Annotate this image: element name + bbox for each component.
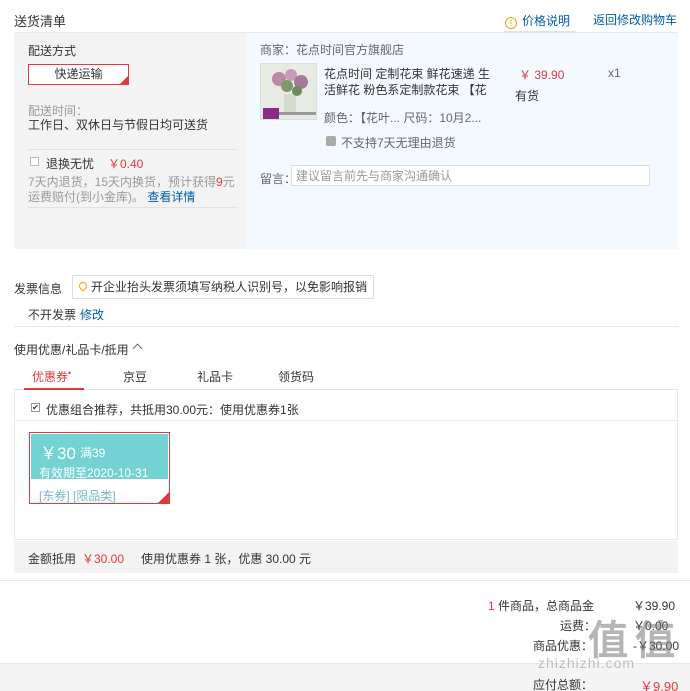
section-title: 送货清单 <box>14 14 67 29</box>
chevron-up-icon[interactable] <box>132 343 143 354</box>
payable-label: 应付总额： <box>533 678 594 691</box>
invoice-edit-link[interactable]: 修改 <box>80 306 104 323</box>
price-info-link[interactable]: ! 价格说明 <box>505 12 570 29</box>
message-input[interactable] <box>291 165 650 186</box>
product-price: ￥ 39.90 <box>519 68 565 82</box>
exchange-description: 7天内退货，15天内换货，预计获得9元运费赔付(到小金库)。 查看详情 <box>28 175 243 205</box>
coupons-toggle[interactable]: 使用优惠/礼品卡/抵用 <box>14 341 129 358</box>
shipping-method-value: 快递运输 <box>54 67 103 81</box>
back-to-cart-link[interactable]: 返回修改购物车 <box>593 11 677 28</box>
price-info-label: 价格说明 <box>522 14 571 28</box>
watermark-url: zhizhizhi.com <box>538 655 636 671</box>
product-image[interactable] <box>260 63 317 120</box>
product-quantity: x1 <box>608 66 621 80</box>
info-icon: ! <box>505 17 517 29</box>
product-title[interactable]: 花点时间 定制花束 鲜花速递 生活鲜花 粉色系定制款花束 【花 <box>324 66 494 98</box>
exchange-checkbox[interactable] <box>30 157 39 166</box>
divider <box>15 420 677 421</box>
invoice-label: 发票信息 <box>14 282 63 296</box>
shop-name: 商家：花点时间官方旗舰店 <box>260 43 405 57</box>
delivery-time-value: 工作日、双休日与节假日均可送货 <box>28 118 209 132</box>
tab-coupon[interactable]: 优惠券• <box>32 368 71 385</box>
tab-coupon-label: 优惠券 <box>32 370 69 384</box>
invoice-value: 不开发票 <box>28 308 77 322</box>
exchange-price: ￥0.40 <box>108 157 144 171</box>
coupon-summary-amount: ￥30.00 <box>82 552 125 566</box>
shipping-method-option[interactable]: 快递运输 <box>28 64 129 85</box>
coupon-amount: ￥30 <box>40 444 76 463</box>
invoice-tip-text: 开企业抬头发票须填写纳税人识别号，以免影响报销 <box>91 280 368 294</box>
exchange-desc-text: 7天内退货，15天内换货，预计获得 <box>28 175 217 189</box>
coupon-tags: [东券] [限品类] <box>39 489 116 503</box>
divider <box>28 207 238 208</box>
payable-value: ￥9.90 <box>640 679 679 691</box>
combo-recommendation: 优惠组合推荐，共抵用30.00元：使用优惠券1张 <box>46 403 299 417</box>
items-total-text: 件商品，总商品金 <box>494 599 595 613</box>
exchange-desc-amount: 9 <box>216 175 223 189</box>
shipping-method-label: 配送方式 <box>28 44 77 58</box>
combo-checkbox[interactable]: ✔ <box>31 403 40 412</box>
view-details-link[interactable]: 查看详情 <box>147 190 195 204</box>
selected-corner-icon <box>120 76 128 84</box>
stock-status: 有货 <box>515 89 540 103</box>
product-attributes: 颜色：【花叶... 尺码：10月2... <box>324 111 482 125</box>
no-return-notice: 不支持7天无理由退货 <box>341 136 456 150</box>
flower-bouquet-image <box>261 64 316 119</box>
divider <box>14 326 678 327</box>
coupon-validity: 有效期至2020-10-31 <box>39 466 149 480</box>
divider <box>28 149 238 150</box>
item-count: 1 <box>488 599 495 613</box>
discount-label: 商品优惠： <box>533 639 594 653</box>
items-total-label: 1 件商品，总商品金 <box>488 597 594 614</box>
coupon-summary-label: 金额抵用 <box>28 552 77 566</box>
coupon-summary-usage: 使用优惠券 1 张，优惠 30.00 元 <box>141 552 312 566</box>
divider <box>0 580 690 581</box>
location-pin-icon <box>77 280 89 292</box>
tab-gift-card[interactable]: 礼品卡 <box>197 368 233 385</box>
delivery-time-label: 配送时间： <box>28 104 89 118</box>
tab-pickup-code[interactable]: 领货码 <box>278 368 314 385</box>
coupon-tabs <box>14 364 678 390</box>
coupon-condition: 满39 <box>80 446 106 460</box>
no-return-icon <box>326 136 336 146</box>
exchange-label: 退换无忧 <box>46 157 95 171</box>
invoice-tip: 开企业抬头发票须填写纳税人识别号，以免影响报销 <box>72 275 375 299</box>
tab-coupon-dot: • <box>68 368 72 378</box>
tab-jingdou[interactable]: 京豆 <box>123 368 147 385</box>
